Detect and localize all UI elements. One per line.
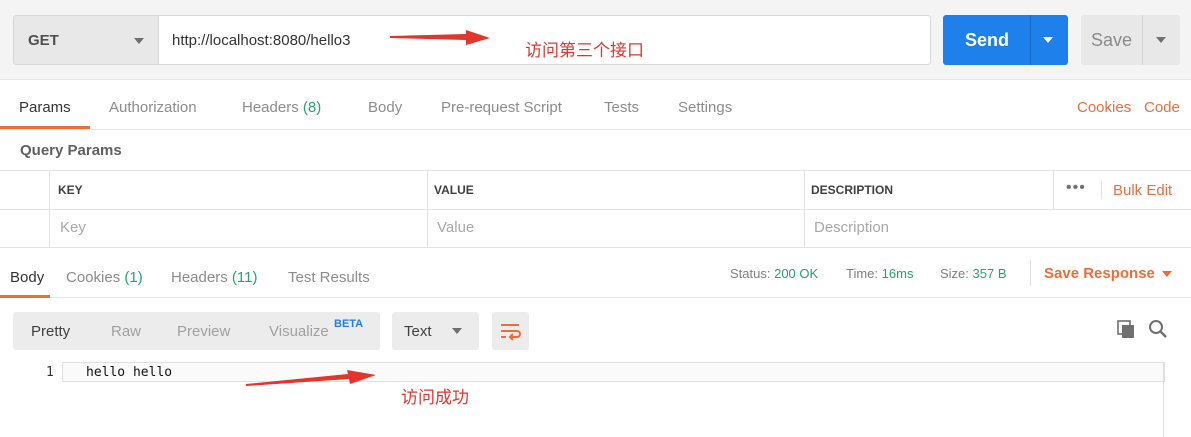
search-icon[interactable] — [1148, 319, 1168, 339]
column-divider — [1101, 181, 1102, 199]
save-response-chevron-icon[interactable] — [1162, 271, 1172, 277]
annotation-bottom: 访问成功 — [401, 388, 469, 408]
save-button[interactable]: Save — [1081, 15, 1180, 65]
annotation-top: 访问第三个接口 — [525, 41, 644, 61]
method-label: GET — [28, 32, 59, 49]
response-tab-headers[interactable]: Headers (11) — [171, 269, 257, 286]
description-input[interactable]: Description — [814, 219, 889, 236]
view-raw[interactable]: Raw — [111, 323, 141, 340]
tab-headers[interactable]: Headers (8) — [242, 99, 321, 116]
annotation-arrow — [246, 370, 376, 386]
method-select[interactable]: GET — [13, 15, 159, 65]
divider — [1030, 260, 1031, 286]
save-options-chevron-icon[interactable] — [1156, 37, 1166, 43]
line-number: 1 — [46, 365, 54, 380]
divider — [1030, 15, 1031, 65]
send-button[interactable]: Send — [943, 15, 1068, 65]
params-table: KEY VALUE DESCRIPTION ••• Bulk Edit Key … — [0, 170, 1191, 248]
send-options-chevron-icon[interactable] — [1043, 37, 1053, 43]
cookies-link[interactable]: Cookies — [1077, 99, 1131, 116]
column-header-description: DESCRIPTION — [811, 183, 894, 197]
format-select[interactable]: Text — [392, 312, 479, 350]
tab-authorization[interactable]: Authorization — [109, 99, 197, 116]
value-input[interactable]: Value — [437, 219, 474, 236]
tab-pre-request-script[interactable]: Pre-request Script — [441, 99, 562, 116]
code-line-highlight — [62, 362, 1165, 382]
view-pretty[interactable]: Pretty — [31, 323, 70, 340]
view-visualize[interactable]: Visualize — [269, 323, 329, 340]
size-readout: Size: 357 B — [940, 266, 1007, 281]
send-label: Send — [965, 30, 1010, 50]
active-tab-indicator — [0, 126, 90, 129]
url-text: http://localhost:8080/hello3 — [172, 32, 351, 49]
code-link[interactable]: Code — [1144, 99, 1180, 116]
tab-params[interactable]: Params — [19, 99, 71, 116]
response-body-text[interactable]: hello hello — [86, 365, 172, 380]
editor-edge — [1163, 362, 1164, 437]
query-params-title: Query Params — [20, 142, 122, 159]
wrap-icon — [501, 324, 521, 341]
response-tabs: Body Cookies (1) Headers (11) Test Resul… — [0, 248, 1191, 298]
chevron-down-icon — [452, 328, 462, 334]
column-header-key: KEY — [58, 183, 83, 197]
tab-tests[interactable]: Tests — [604, 99, 639, 116]
column-divider — [1053, 171, 1054, 209]
more-options-icon[interactable]: ••• — [1066, 179, 1086, 197]
column-divider — [804, 171, 805, 248]
view-preview[interactable]: Preview — [177, 323, 230, 340]
tab-settings[interactable]: Settings — [678, 99, 732, 116]
annotation-arrow — [390, 30, 490, 45]
key-input[interactable]: Key — [60, 219, 86, 236]
copy-icon[interactable] — [1116, 319, 1136, 339]
wrap-lines-button[interactable] — [492, 312, 529, 350]
column-header-value: VALUE — [434, 183, 474, 197]
bulk-edit-link[interactable]: Bulk Edit — [1113, 182, 1172, 199]
view-mode-selector: Pretty Raw Preview Visualize BETA — [13, 312, 380, 350]
tab-body[interactable]: Body — [368, 99, 402, 116]
save-label: Save — [1091, 30, 1133, 50]
request-tabs: Params Authorization Headers (8) Body Pr… — [0, 80, 1191, 130]
save-response-button[interactable]: Save Response — [1044, 265, 1155, 282]
beta-badge: BETA — [334, 318, 364, 330]
column-divider — [427, 171, 428, 248]
divider — [1142, 15, 1143, 65]
response-tab-body[interactable]: Body — [10, 269, 44, 286]
column-divider — [49, 171, 50, 248]
time-readout: Time: 16ms — [846, 266, 914, 281]
format-label: Text — [404, 323, 432, 340]
status-readout: Status: 200 OK — [730, 266, 819, 281]
active-response-tab-indicator — [0, 295, 50, 298]
chevron-down-icon — [134, 38, 144, 44]
row-divider — [0, 209, 1191, 210]
response-tab-cookies[interactable]: Cookies (1) — [66, 269, 143, 286]
response-tab-test-results[interactable]: Test Results — [288, 269, 370, 286]
